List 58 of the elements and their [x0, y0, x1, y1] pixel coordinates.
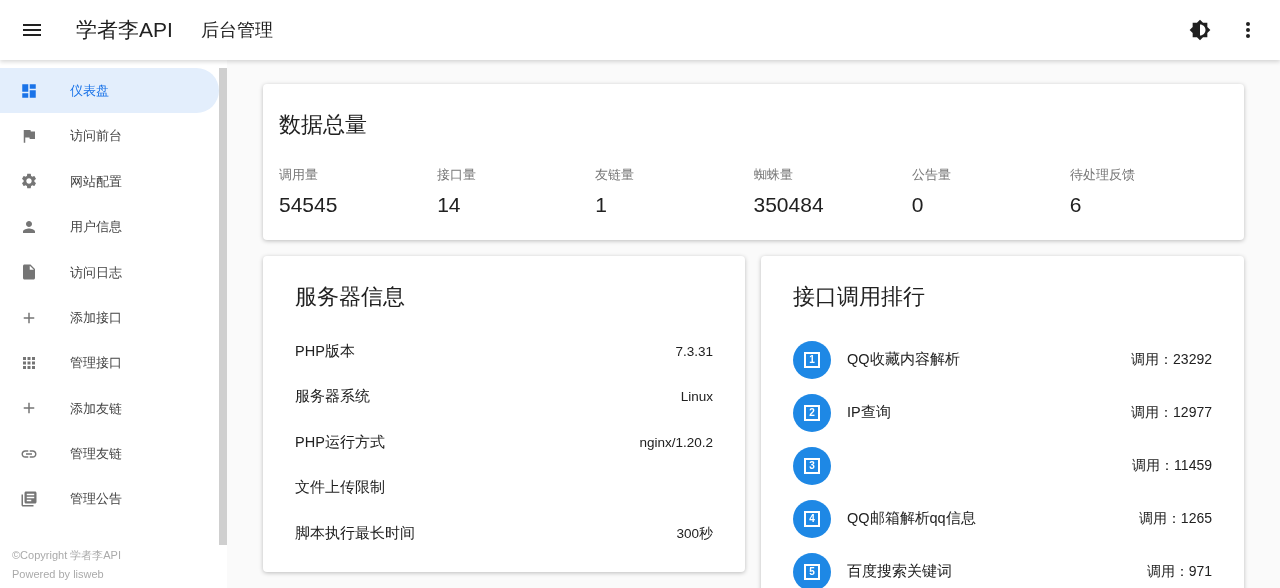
sidebar-item[interactable]: 管理接口 [0, 340, 219, 386]
info-label: PHP运行方式 [295, 432, 385, 452]
footer-text: ©Copyright 学者李API [12, 548, 122, 563]
stat-value: 6 [1069, 191, 1083, 218]
stat-value: 14 [437, 191, 462, 218]
info-value: Linux [680, 388, 713, 407]
more-icon [1246, 22, 1250, 38]
info-value: 7.3.31 [675, 342, 713, 361]
info-label: 文件上传限制 [295, 478, 385, 498]
info-value: 300秒 [676, 524, 713, 543]
stat-value: 1 [595, 191, 608, 218]
rank-avatar: 1 [793, 340, 831, 379]
rank-avatar: 4 [793, 499, 831, 538]
sidebar-item[interactable]: 用户信息 [0, 204, 219, 250]
sidebar-item[interactable]: 管理友链 [0, 431, 219, 477]
sidebar-item[interactable]: 网站配置 [0, 158, 219, 205]
settings-icon [20, 172, 38, 191]
info-label: 服务器系统 [295, 387, 370, 407]
info-label: 脚本执行最长时间 [295, 523, 415, 543]
books-icon [20, 490, 38, 509]
api-name: 百度搜索关键词 [847, 561, 952, 581]
stat-label: 公告量 [911, 166, 952, 184]
app-subtitle: 后台管理 [200, 18, 273, 42]
stat-value: 350484 [753, 191, 825, 218]
document-icon [20, 263, 38, 282]
api-name: QQ收藏内容解析 [847, 349, 960, 369]
sidebar-item[interactable]: 添加接口 [0, 294, 219, 341]
info-value: nginx/1.20.2 [639, 433, 713, 452]
stat-label: 接口量 [437, 166, 478, 184]
call-count: 调用：11459 [1132, 456, 1212, 475]
rank-avatar: 2 [793, 393, 831, 432]
call-count: 调用：971 [1146, 562, 1212, 581]
footer-text: Powered by lisweb [12, 567, 105, 582]
stat-label: 待处理反馈 [1069, 166, 1136, 184]
stat-label: 友链量 [595, 166, 636, 184]
stat-value: 0 [911, 191, 925, 218]
call-count: 调用：12977 [1131, 403, 1212, 422]
brightness-icon [1189, 19, 1211, 41]
app-title: 学者李API [76, 17, 173, 44]
rank-avatar: 3 [793, 446, 831, 485]
card-title: 接口调用排行 [793, 283, 926, 311]
stat-label: 蜘蛛量 [753, 166, 794, 184]
call-count: 调用：1265 [1138, 509, 1212, 528]
card-title: 服务器信息 [295, 283, 406, 311]
rank-avatar: 5 [793, 552, 831, 588]
stat-value: 54545 [279, 191, 339, 218]
call-count: 调用：23292 [1131, 350, 1212, 369]
info-label: PHP版本 [295, 341, 355, 361]
card-title: 数据总量 [279, 111, 368, 139]
sidebar-item[interactable]: 访问日志 [0, 249, 219, 295]
sidebar-item[interactable]: 仪表盘 [0, 68, 219, 114]
dashboard-icon [20, 81, 38, 100]
stat-label: 调用量 [279, 166, 319, 184]
sidebar-item[interactable]: 添加友链 [0, 385, 219, 432]
sidebar-item[interactable]: 管理公告 [0, 476, 219, 522]
api-name: IP查询 [847, 402, 891, 422]
api-name: QQ邮箱解析qq信息 [847, 508, 976, 528]
sidebar-item[interactable]: 访问前台 [0, 113, 219, 159]
